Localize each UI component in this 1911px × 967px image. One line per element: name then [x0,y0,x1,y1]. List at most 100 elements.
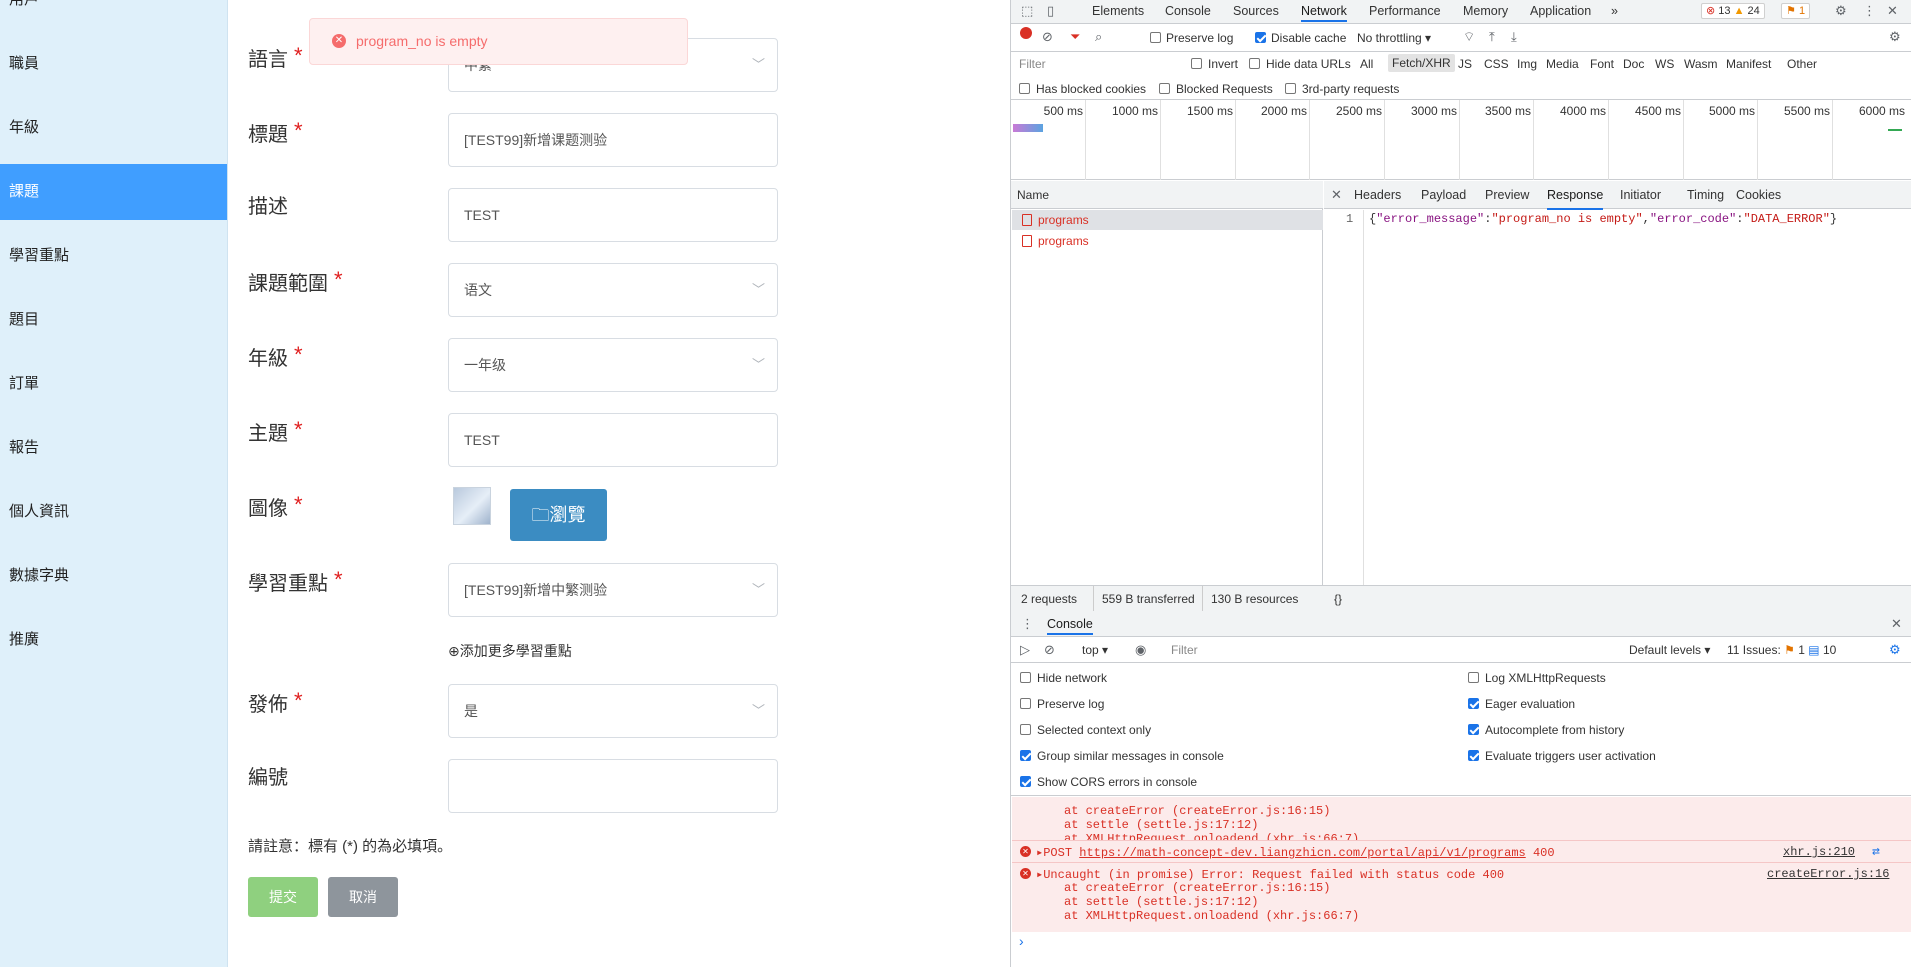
browse-button[interactable]: 🗀瀏覽 [510,489,607,541]
clear-console-icon[interactable]: ⊘ [1044,639,1055,661]
console-filter-input[interactable]: Filter [1171,643,1611,657]
search-icon[interactable]: ⌕ [1095,26,1102,48]
cors-errors-checkbox[interactable] [1020,776,1031,787]
third-party-checkbox[interactable] [1285,83,1296,94]
learning-point-select[interactable]: [TEST99]新增中繁测验 ﹀ [448,563,778,617]
error-warning-counter[interactable]: ⊗ 13 ▲ 24 [1701,3,1765,19]
description-input[interactable]: TEST [448,188,778,242]
issues-counter[interactable]: ⚑ 1 [1781,3,1811,19]
name-column-header[interactable]: Name [1011,181,1323,209]
log-xhr-checkbox[interactable] [1468,672,1479,683]
filter-input[interactable]: Filter [1019,57,1159,71]
tab-payload[interactable]: Payload [1421,186,1466,204]
tab-sources[interactable]: Sources [1233,0,1279,22]
sidebar-item-programs[interactable]: 課題 [0,164,227,220]
preserve-log-console-checkbox[interactable] [1020,698,1031,709]
pretty-print-button[interactable]: {} [1324,585,1911,611]
source-link[interactable]: createError.js:16 [1767,867,1889,881]
gear-icon[interactable]: ⚙ [1835,0,1847,22]
close-detail-icon[interactable]: ✕ [1331,184,1342,206]
filter-doc[interactable]: Doc [1623,57,1644,71]
disable-cache-checkbox[interactable] [1255,32,1266,43]
live-expression-eye-icon[interactable]: ◉ [1135,639,1146,661]
cancel-button[interactable]: 取消 [328,877,398,917]
filter-ws[interactable]: WS [1655,57,1674,71]
autocomplete-history-checkbox[interactable] [1468,724,1479,735]
sidebar-item-promotion[interactable]: 推廣 [0,612,227,668]
console-uncaught-error[interactable]: ✕ ▸Uncaught (in promise) Error: Request … [1012,862,1911,932]
invert-checkbox[interactable] [1191,58,1202,69]
hide-network-checkbox[interactable] [1020,672,1031,683]
number-input[interactable] [448,759,778,813]
import-har-icon[interactable]: ⤒ [1489,26,1495,48]
filter-media[interactable]: Media [1546,57,1579,71]
tab-console-drawer[interactable]: Console [1047,613,1093,635]
filter-icon[interactable]: ⏷ [1070,26,1080,48]
console-settings-gear-icon[interactable]: ⚙ [1889,639,1901,661]
request-row[interactable]: programs [1012,210,1323,230]
preserve-log-checkbox[interactable] [1150,32,1161,43]
log-levels-select[interactable]: Default levels ▾ [1629,643,1710,657]
console-network-error[interactable]: ✕ ▸POST https://math-concept-dev.liangzh… [1012,840,1911,862]
throttling-select[interactable]: No throttling ▾ [1357,31,1431,45]
user-activation-checkbox[interactable] [1468,750,1479,761]
sidebar-item-profile[interactable]: 個人資訊 [0,484,227,540]
context-select[interactable]: top ▾ [1082,643,1108,657]
sidebar-item-staff[interactable]: 職員 [0,36,227,92]
filter-img[interactable]: Img [1517,57,1537,71]
sidebar-item-questions[interactable]: 題目 [0,292,227,348]
kebab-menu-icon[interactable]: ⋮ [1863,0,1876,22]
topic-input[interactable]: TEST [448,413,778,467]
sidebar-item-users[interactable]: 用戶 [0,0,227,28]
blocked-cookies-checkbox[interactable] [1019,83,1030,94]
timeline-overview[interactable]: 500 ms 1000 ms 1500 ms 2000 ms 2500 ms 3… [1011,100,1911,180]
selected-context-checkbox[interactable] [1020,724,1031,735]
filter-manifest[interactable]: Manifest [1726,57,1771,71]
request-url-link[interactable]: https://math-concept-dev.liangzhicn.com/… [1079,846,1525,860]
more-tabs-button[interactable]: » [1611,0,1618,22]
tab-timing[interactable]: Timing [1687,186,1724,204]
close-drawer-icon[interactable]: ✕ [1891,613,1902,635]
tab-memory[interactable]: Memory [1463,0,1508,22]
network-settings-gear-icon[interactable]: ⚙ [1889,26,1901,48]
group-similar-checkbox[interactable] [1020,750,1031,761]
filter-js[interactable]: JS [1458,57,1472,71]
sidebar-item-reports[interactable]: 報告 [0,420,227,476]
sidebar-toggle-icon[interactable]: ▷ [1020,639,1030,661]
publish-select[interactable]: 是 ﹀ [448,684,778,738]
tab-console[interactable]: Console [1165,0,1211,22]
tab-application[interactable]: Application [1530,0,1591,22]
eager-eval-checkbox[interactable] [1468,698,1479,709]
tab-headers[interactable]: Headers [1354,186,1401,204]
inspect-icon[interactable]: ⬚ [1021,0,1033,22]
network-conditions-icon[interactable]: ⌔ [1463,26,1475,48]
drawer-menu-icon[interactable]: ⋮ [1021,613,1034,635]
filter-all[interactable]: All [1360,57,1373,71]
filter-font[interactable]: Font [1590,57,1614,71]
record-icon[interactable] [1020,27,1032,39]
blocked-requests-checkbox[interactable] [1159,83,1170,94]
submit-button[interactable]: 提交 [248,877,318,917]
export-har-icon[interactable]: ⤓ [1511,26,1517,48]
filter-other[interactable]: Other [1787,57,1817,71]
title-input[interactable]: [TEST99]新增课题测验 [448,113,778,167]
console-prompt[interactable]: › [1019,933,1024,949]
subject-select[interactable]: 语文 ﹀ [448,263,778,317]
sidebar-item-learning-points[interactable]: 學習重點 [0,228,227,284]
tab-performance[interactable]: Performance [1369,0,1441,22]
filter-fetch-xhr[interactable]: Fetch/XHR [1388,54,1455,72]
tab-response[interactable]: Response [1547,186,1604,210]
tab-elements[interactable]: Elements [1092,0,1144,22]
filter-wasm[interactable]: Wasm [1684,57,1718,71]
tab-network[interactable]: Network [1301,0,1347,22]
sidebar-item-orders[interactable]: 訂單 [0,356,227,412]
source-link[interactable]: xhr.js:210 [1783,845,1855,859]
clear-icon[interactable]: ⊘ [1042,26,1053,48]
device-toolbar-icon[interactable]: ▯ [1047,0,1054,22]
filter-css[interactable]: CSS [1484,57,1509,71]
add-more-learning-points-link[interactable]: ⊕添加更多學習重點 [448,641,572,661]
issues-button[interactable]: 11 Issues: ⚑ 1 ▤ 10 [1727,643,1836,657]
grade-select[interactable]: 一年级 ﹀ [448,338,778,392]
tab-cookies[interactable]: Cookies [1736,186,1781,204]
tab-initiator[interactable]: Initiator [1620,186,1661,204]
